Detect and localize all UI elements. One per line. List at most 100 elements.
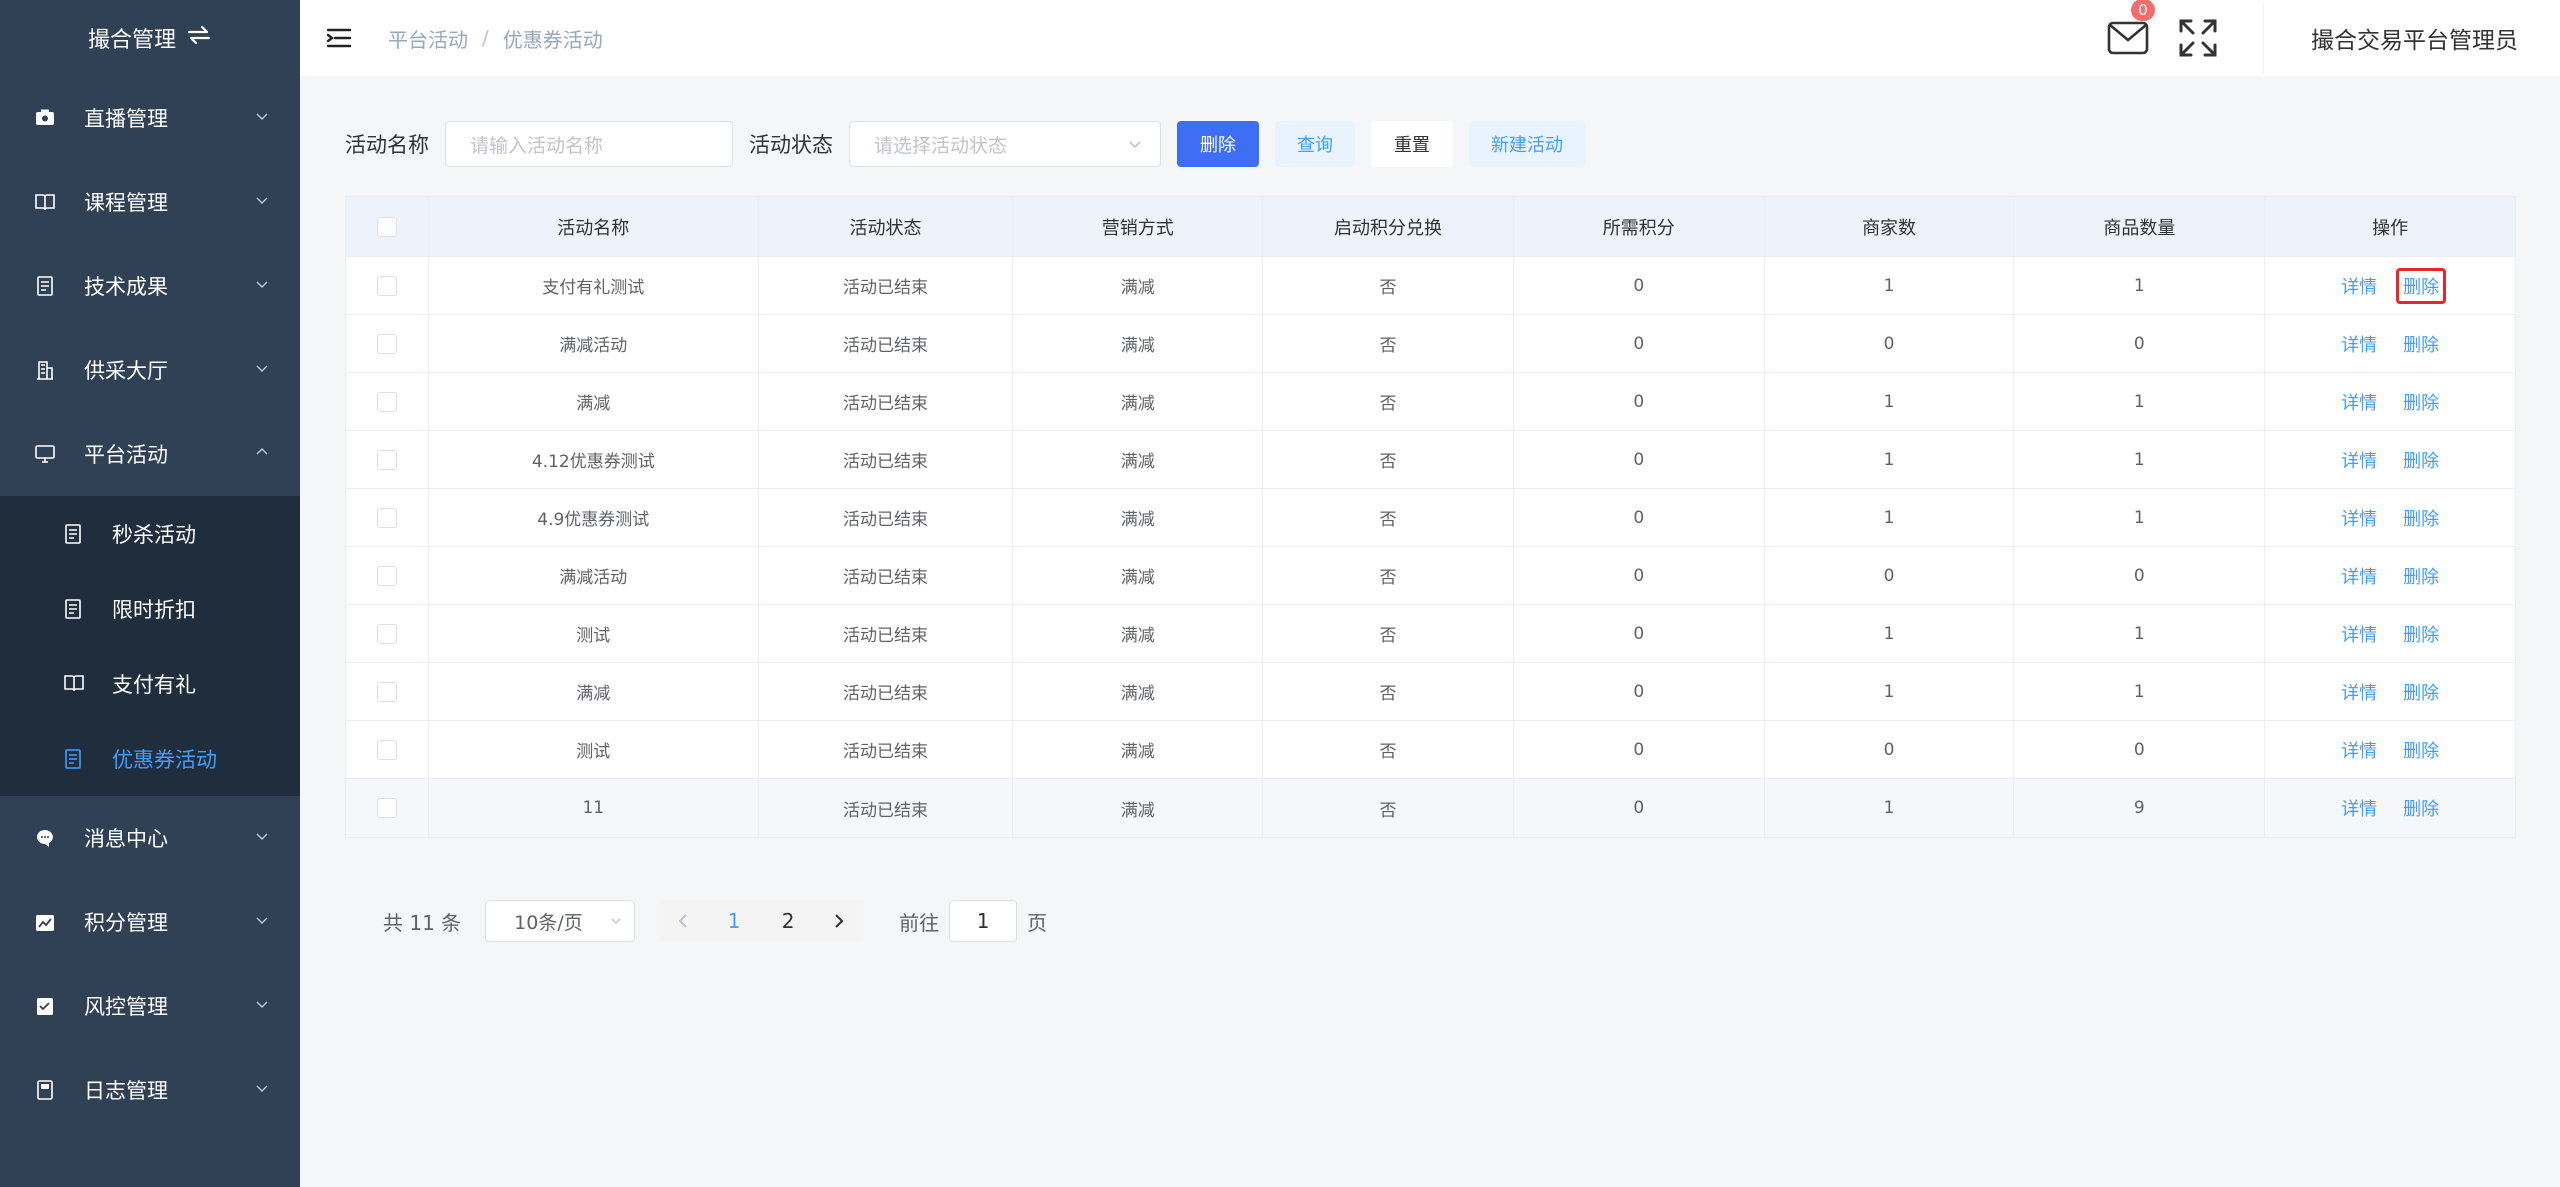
chevron-down-icon <box>256 197 268 204</box>
row-checkbox-cell <box>346 257 429 314</box>
marketing-method-cell: 满减 <box>1013 373 1264 430</box>
activity-status-cell: 活动已结束 <box>759 605 1014 662</box>
product-count-cell: 0 <box>2014 721 2266 778</box>
required-points-cell: 0 <box>1514 663 1765 720</box>
top-header: 平台活动 / 优惠券活动 0 撮合交易平台管理员 <box>300 0 2560 76</box>
sidebar-menu-item[interactable]: 积分管理 <box>0 880 300 964</box>
page-size-select[interactable]: 10条/页 <box>485 900 636 942</box>
sidebar-menu-item[interactable]: 风控管理 <box>0 964 300 1048</box>
table-header: 活动名称 活动状态 营销方式 启动积分兑换 所需积分 商家数 商品数量 操作 <box>346 197 2515 257</box>
hamburger-icon[interactable] <box>326 27 352 49</box>
points-exchange-cell: 否 <box>1263 605 1514 662</box>
delete-link[interactable]: 删除 <box>2396 558 2446 594</box>
table-row: 11 活动已结束 满减否 0 1 9 详情 删除 <box>346 779 2515 837</box>
fullscreen-icon[interactable] <box>2177 17 2219 59</box>
sidebar-menu-item[interactable]: 日志管理 <box>0 1048 300 1132</box>
column-header: 启动积分兑换 <box>1263 197 1514 256</box>
product-count-cell: 1 <box>2014 431 2266 488</box>
detail-link[interactable]: 详情 <box>2334 558 2384 594</box>
select-all-checkbox[interactable] <box>376 216 397 237</box>
activity-name-cell: 测试 <box>429 605 759 662</box>
filter-bar: 活动名称 请输入活动名称 活动状态 请选择活动状态 删除 查询 重置 新建活动 <box>345 121 1601 167</box>
row-checkbox[interactable] <box>376 739 397 760</box>
delete-link[interactable]: 删除 <box>2396 616 2446 652</box>
main-content: 活动名称 请输入活动名称 活动状态 请选择活动状态 删除 查询 重置 新建活动 … <box>300 76 2560 1187</box>
sidebar-menu-item[interactable]: 技术成果 <box>0 244 300 328</box>
jump-page-input[interactable]: 1 <box>949 900 1018 942</box>
mail-icon[interactable]: 0 <box>2107 0 2155 55</box>
document-icon <box>64 523 84 544</box>
row-checkbox[interactable] <box>376 623 397 644</box>
marketing-method-cell: 满减 <box>1013 257 1264 314</box>
admin-name[interactable]: 撮合交易平台管理员 <box>2311 21 2518 55</box>
delete-link[interactable]: 删除 <box>2396 442 2446 478</box>
swap-icon[interactable] <box>186 24 212 52</box>
activity-name-cell: 测试 <box>429 721 759 778</box>
detail-link[interactable]: 详情 <box>2334 326 2384 362</box>
marketing-method-cell: 满减 <box>1013 721 1264 778</box>
row-checkbox[interactable] <box>376 798 397 818</box>
delete-link[interactable]: 删除 <box>2396 500 2446 536</box>
batch-delete-button[interactable]: 删除 <box>1177 121 1259 167</box>
log-icon <box>34 1079 56 1101</box>
merchant-count-cell: 1 <box>1765 489 2015 546</box>
detail-link[interactable]: 详情 <box>2334 732 2384 768</box>
sidebar-menu-item[interactable]: 平台活动 <box>0 412 300 496</box>
sidebar-menu-item[interactable]: 供采大厅 <box>0 328 300 412</box>
sidebar-submenu-label: 支付有礼 <box>112 672 196 697</box>
detail-link[interactable]: 详情 <box>2334 500 2384 536</box>
delete-link[interactable]: 删除 <box>2396 732 2446 768</box>
activity-status-placeholder: 请选择活动状态 <box>874 134 1008 157</box>
page-number[interactable]: 1 <box>707 900 762 942</box>
points-exchange-cell: 否 <box>1263 489 1514 546</box>
row-checkbox[interactable] <box>376 507 397 528</box>
book-icon <box>64 674 84 694</box>
activity-name-cell: 满减活动 <box>429 547 759 604</box>
chevron-right-icon <box>835 914 844 928</box>
delete-link[interactable]: 删除 <box>2396 674 2446 710</box>
detail-link[interactable]: 详情 <box>2334 790 2384 826</box>
next-page-button[interactable] <box>815 900 864 942</box>
activity-status-select[interactable]: 请选择活动状态 <box>849 121 1161 167</box>
row-checkbox[interactable] <box>376 449 397 470</box>
merchant-count-cell: 0 <box>1765 315 2015 372</box>
actions-cell: 详情 删除 <box>2265 779 2515 837</box>
points-exchange-cell: 否 <box>1263 431 1514 488</box>
required-points-cell: 0 <box>1514 315 1765 372</box>
prev-page-button[interactable] <box>659 900 708 942</box>
required-points-cell: 0 <box>1514 779 1765 837</box>
detail-link[interactable]: 详情 <box>2334 268 2384 304</box>
delete-link[interactable]: 删除 <box>2396 267 2447 304</box>
detail-link[interactable]: 详情 <box>2334 616 2384 652</box>
sidebar-menu-item[interactable]: 直播管理 <box>0 76 300 160</box>
detail-link[interactable]: 详情 <box>2334 384 2384 420</box>
required-points-cell: 0 <box>1514 547 1765 604</box>
query-button[interactable]: 查询 <box>1275 121 1355 167</box>
row-checkbox[interactable] <box>376 681 397 702</box>
sidebar-submenu-item[interactable]: 支付有礼 <box>0 646 300 721</box>
row-checkbox[interactable] <box>376 391 397 412</box>
breadcrumb-item[interactable]: 平台活动 <box>388 24 468 53</box>
sidebar-submenu-item[interactable]: 秒杀活动 <box>0 496 300 571</box>
delete-link[interactable]: 删除 <box>2396 790 2446 826</box>
activity-name-input[interactable]: 请输入活动名称 <box>445 121 733 167</box>
sidebar-submenu-item[interactable]: 限时折扣 <box>0 571 300 646</box>
row-checkbox[interactable] <box>376 275 397 296</box>
delete-link[interactable]: 删除 <box>2396 326 2446 362</box>
detail-link[interactable]: 详情 <box>2334 442 2384 478</box>
sidebar-menu-item[interactable]: 消息中心 <box>0 796 300 880</box>
chevron-down-icon <box>256 1085 268 1092</box>
row-checkbox[interactable] <box>376 333 397 354</box>
jump-suffix: 页 <box>1027 910 1048 935</box>
activity-name-label: 活动名称 <box>345 133 429 157</box>
reset-button[interactable]: 重置 <box>1371 121 1453 167</box>
points-exchange-cell: 否 <box>1263 257 1514 314</box>
sidebar-submenu-item[interactable]: 优惠券活动 <box>0 721 300 796</box>
delete-link[interactable]: 删除 <box>2396 384 2446 420</box>
new-activity-button[interactable]: 新建活动 <box>1469 121 1585 167</box>
avatar[interactable] <box>2263 3 2303 73</box>
row-checkbox[interactable] <box>376 565 397 586</box>
detail-link[interactable]: 详情 <box>2334 674 2384 710</box>
sidebar-menu-item[interactable]: 课程管理 <box>0 160 300 244</box>
page-number[interactable]: 2 <box>761 900 816 942</box>
